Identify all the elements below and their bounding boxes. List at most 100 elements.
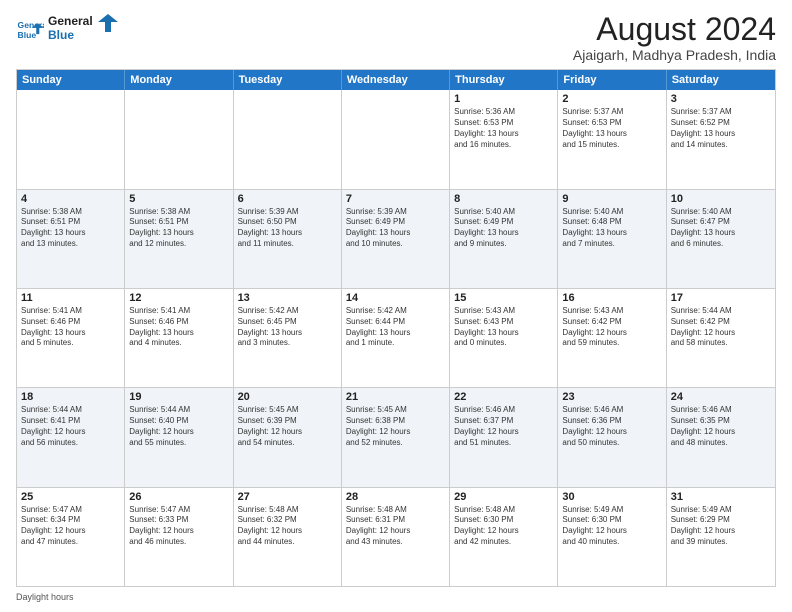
day-info: Sunrise: 5:48 AM Sunset: 6:31 PM Dayligh… xyxy=(346,505,445,548)
day-info: Sunrise: 5:36 AM Sunset: 6:53 PM Dayligh… xyxy=(454,107,553,150)
day-number: 1 xyxy=(454,93,553,105)
calendar-header-cell: Monday xyxy=(125,70,233,90)
calendar-cell: 29 Sunrise: 5:48 AM Sunset: 6:30 PM Dayli… xyxy=(450,488,558,586)
calendar-cell: 20 Sunrise: 5:45 AM Sunset: 6:39 PM Dayli… xyxy=(234,388,342,486)
day-info: Sunrise: 5:39 AM Sunset: 6:50 PM Dayligh… xyxy=(238,207,337,250)
day-number: 29 xyxy=(454,491,553,503)
calendar-header-cell: Tuesday xyxy=(234,70,342,90)
title-block: August 2024 Ajaigarh, Madhya Pradesh, In… xyxy=(573,12,776,63)
day-number: 23 xyxy=(562,391,661,403)
calendar-cell: 16Sunrise: 5:43 AM Sunset: 6:42 PM Dayli… xyxy=(558,289,666,387)
day-info: Sunrise: 5:41 AM Sunset: 6:46 PM Dayligh… xyxy=(21,306,120,349)
svg-text:Blue: Blue xyxy=(48,28,74,42)
day-info: Sunrise: 5:38 AM Sunset: 6:51 PM Dayligh… xyxy=(129,207,228,250)
day-number: 24 xyxy=(671,391,771,403)
day-info: Sunrise: 5:48 AM Sunset: 6:30 PM Dayligh… xyxy=(454,505,553,548)
day-info: Sunrise: 5:38 AM Sunset: 6:51 PM Dayligh… xyxy=(21,207,120,250)
day-info: Sunrise: 5:46 AM Sunset: 6:35 PM Dayligh… xyxy=(671,405,771,448)
day-number: 25 xyxy=(21,491,120,503)
calendar-cell: 4 Sunrise: 5:38 AM Sunset: 6:51 PM Daylig… xyxy=(17,190,125,288)
calendar-cell: 7 Sunrise: 5:39 AM Sunset: 6:49 PM Daylig… xyxy=(342,190,450,288)
day-info: Sunrise: 5:43 AM Sunset: 6:42 PM Dayligh… xyxy=(562,306,661,349)
day-number: 3 xyxy=(671,93,771,105)
calendar-cell: 28 Sunrise: 5:48 AM Sunset: 6:31 PM Dayli… xyxy=(342,488,450,586)
calendar-cell: 23 Sunrise: 5:46 AM Sunset: 6:36 PM Dayli… xyxy=(558,388,666,486)
calendar-week: 25Sunrise: 5:47 AM Sunset: 6:34 PM Dayli… xyxy=(17,487,775,586)
day-info: Sunrise: 5:42 AM Sunset: 6:44 PM Dayligh… xyxy=(346,306,445,349)
calendar: SundayMondayTuesdayWednesdayThursdayFrid… xyxy=(16,69,776,587)
calendar-cell: 31Sunrise: 5:49 AM Sunset: 6:29 PM Dayli… xyxy=(667,488,775,586)
legend: Daylight hours xyxy=(16,592,776,602)
svg-text:General: General xyxy=(48,14,93,28)
calendar-cell: 30Sunrise: 5:49 AM Sunset: 6:30 PM Dayli… xyxy=(558,488,666,586)
day-number: 6 xyxy=(238,193,337,205)
calendar-cell: 11Sunrise: 5:41 AM Sunset: 6:46 PM Dayli… xyxy=(17,289,125,387)
day-info: Sunrise: 5:45 AM Sunset: 6:38 PM Dayligh… xyxy=(346,405,445,448)
day-info: Sunrise: 5:40 AM Sunset: 6:47 PM Dayligh… xyxy=(671,207,771,250)
day-number: 31 xyxy=(671,491,771,503)
day-number: 12 xyxy=(129,292,228,304)
day-number: 4 xyxy=(21,193,120,205)
calendar-cell: 21Sunrise: 5:45 AM Sunset: 6:38 PM Dayli… xyxy=(342,388,450,486)
calendar-cell: 18 Sunrise: 5:44 AM Sunset: 6:41 PM Dayli… xyxy=(17,388,125,486)
day-number: 5 xyxy=(129,193,228,205)
calendar-week: 1 Sunrise: 5:36 AM Sunset: 6:53 PM Daylig… xyxy=(17,90,775,188)
calendar-cell xyxy=(125,90,233,188)
calendar-cell: 14 Sunrise: 5:42 AM Sunset: 6:44 PM Dayli… xyxy=(342,289,450,387)
calendar-cell xyxy=(342,90,450,188)
calendar-header-cell: Saturday xyxy=(667,70,775,90)
logo: General Blue General Blue xyxy=(16,12,118,49)
header: General Blue General Blue August 2024 Aj… xyxy=(16,12,776,63)
calendar-cell: 19Sunrise: 5:44 AM Sunset: 6:40 PM Dayli… xyxy=(125,388,233,486)
svg-text:General: General xyxy=(18,19,44,29)
day-number: 20 xyxy=(238,391,337,403)
day-info: Sunrise: 5:46 AM Sunset: 6:37 PM Dayligh… xyxy=(454,405,553,448)
day-info: Sunrise: 5:44 AM Sunset: 6:41 PM Dayligh… xyxy=(21,405,120,448)
day-info: Sunrise: 5:44 AM Sunset: 6:40 PM Dayligh… xyxy=(129,405,228,448)
calendar-cell: 25Sunrise: 5:47 AM Sunset: 6:34 PM Dayli… xyxy=(17,488,125,586)
day-number: 26 xyxy=(129,491,228,503)
logo-svg: General Blue xyxy=(48,12,118,44)
daylight-hours-label: Daylight hours xyxy=(16,592,74,602)
day-info: Sunrise: 5:39 AM Sunset: 6:49 PM Dayligh… xyxy=(346,207,445,250)
day-number: 22 xyxy=(454,391,553,403)
day-number: 27 xyxy=(238,491,337,503)
day-info: Sunrise: 5:47 AM Sunset: 6:33 PM Dayligh… xyxy=(129,505,228,548)
calendar-cell: 27Sunrise: 5:48 AM Sunset: 6:32 PM Dayli… xyxy=(234,488,342,586)
calendar-cell: 24 Sunrise: 5:46 AM Sunset: 6:35 PM Dayli… xyxy=(667,388,775,486)
day-number: 18 xyxy=(21,391,120,403)
calendar-cell: 10 Sunrise: 5:40 AM Sunset: 6:47 PM Dayli… xyxy=(667,190,775,288)
day-info: Sunrise: 5:40 AM Sunset: 6:48 PM Dayligh… xyxy=(562,207,661,250)
day-number: 7 xyxy=(346,193,445,205)
day-number: 8 xyxy=(454,193,553,205)
day-number: 9 xyxy=(562,193,661,205)
calendar-cell xyxy=(17,90,125,188)
day-number: 2 xyxy=(562,93,661,105)
calendar-cell: 9 Sunrise: 5:40 AM Sunset: 6:48 PM Daylig… xyxy=(558,190,666,288)
day-info: Sunrise: 5:37 AM Sunset: 6:53 PM Dayligh… xyxy=(562,107,661,150)
day-number: 14 xyxy=(346,292,445,304)
day-info: Sunrise: 5:41 AM Sunset: 6:46 PM Dayligh… xyxy=(129,306,228,349)
subtitle: Ajaigarh, Madhya Pradesh, India xyxy=(573,47,776,63)
svg-text:Blue: Blue xyxy=(18,30,37,40)
calendar-cell: 1 Sunrise: 5:36 AM Sunset: 6:53 PM Daylig… xyxy=(450,90,558,188)
day-info: Sunrise: 5:46 AM Sunset: 6:36 PM Dayligh… xyxy=(562,405,661,448)
calendar-header-cell: Wednesday xyxy=(342,70,450,90)
day-number: 10 xyxy=(671,193,771,205)
calendar-header-cell: Sunday xyxy=(17,70,125,90)
day-info: Sunrise: 5:40 AM Sunset: 6:49 PM Dayligh… xyxy=(454,207,553,250)
day-number: 30 xyxy=(562,491,661,503)
calendar-body: 1 Sunrise: 5:36 AM Sunset: 6:53 PM Daylig… xyxy=(17,90,775,586)
calendar-week: 18 Sunrise: 5:44 AM Sunset: 6:41 PM Dayli… xyxy=(17,387,775,486)
calendar-header-cell: Friday xyxy=(558,70,666,90)
day-info: Sunrise: 5:37 AM Sunset: 6:52 PM Dayligh… xyxy=(671,107,771,150)
day-number: 28 xyxy=(346,491,445,503)
calendar-cell: 8 Sunrise: 5:40 AM Sunset: 6:49 PM Daylig… xyxy=(450,190,558,288)
day-info: Sunrise: 5:45 AM Sunset: 6:39 PM Dayligh… xyxy=(238,405,337,448)
day-info: Sunrise: 5:44 AM Sunset: 6:42 PM Dayligh… xyxy=(671,306,771,349)
calendar-cell: 2 Sunrise: 5:37 AM Sunset: 6:53 PM Daylig… xyxy=(558,90,666,188)
calendar-cell: 22 Sunrise: 5:46 AM Sunset: 6:37 PM Dayli… xyxy=(450,388,558,486)
calendar-week: 11Sunrise: 5:41 AM Sunset: 6:46 PM Dayli… xyxy=(17,288,775,387)
logo-icon: General Blue xyxy=(16,17,44,45)
main-title: August 2024 xyxy=(573,12,776,47)
